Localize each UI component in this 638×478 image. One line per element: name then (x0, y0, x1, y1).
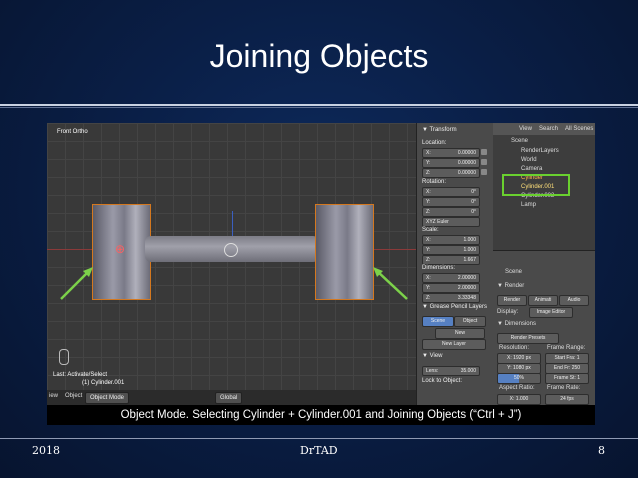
animation-button[interactable]: Animati (528, 295, 558, 306)
display-label: Display: (497, 309, 519, 315)
frame-rate-select[interactable]: 24 fps (545, 394, 589, 405)
cylinder-right[interactable] (315, 204, 374, 300)
resolution-percent-slider[interactable]: 50% (497, 373, 541, 384)
rotation-x-field[interactable]: X: 0° (422, 187, 480, 197)
new-layer-button[interactable]: New Layer (422, 339, 486, 350)
mode-select[interactable]: Object Mode (85, 392, 130, 404)
outliner-item-camera[interactable]: Camera (521, 166, 542, 172)
slide-number: 8 (598, 444, 605, 457)
lens-field[interactable]: Lens: 35.000 (422, 366, 480, 376)
viewport-label: Front Ortho (57, 129, 88, 135)
dimension-x-field[interactable]: X: 2.00000 (422, 273, 480, 283)
outliner-item-renderlayers[interactable]: RenderLayers (521, 148, 559, 154)
grease-pencil-header[interactable]: ▼ Grease Pencil Layers (422, 304, 487, 310)
outliner-view-menu[interactable]: View (519, 126, 532, 132)
aspect-ratio-label: Aspect Ratio: (499, 385, 535, 391)
scale-z-field[interactable]: Z: 1.667 (422, 255, 480, 265)
last-operator: Last: Activate/Select (53, 372, 108, 378)
lock-icon[interactable] (481, 169, 487, 175)
dimensions-label: Dimensions: (422, 265, 456, 271)
right-arrow-icon (373, 267, 408, 300)
scale-label: Scale: (422, 227, 439, 233)
view-header[interactable]: ▼ View (422, 353, 443, 359)
object-toggle-button[interactable]: Object (454, 316, 486, 327)
frame-step-field[interactable]: Frame St: 1 (545, 373, 589, 384)
rotation-y-field[interactable]: Y: 0° (422, 197, 480, 207)
frame-range-label: Frame Range: (547, 345, 586, 351)
scale-y-field[interactable]: Y: 1.000 (422, 245, 480, 255)
lock-to-object-label: Lock to Object: (422, 378, 463, 384)
rotation-mode-select[interactable]: XYZ Euler (422, 217, 480, 227)
location-x-field[interactable]: X: 0.00000 (422, 148, 480, 158)
outliner-search-menu[interactable]: Search (539, 126, 558, 132)
render-button[interactable]: Render (497, 295, 527, 306)
rotation-label: Rotation: (422, 179, 447, 185)
render-panel-header[interactable]: ▼ Render (497, 283, 524, 289)
location-z-field[interactable]: Z: 0.00000 (422, 168, 480, 178)
scene-toggle-button[interactable]: Scene (422, 316, 454, 327)
viewport-header: iew Object Object Mode Global (47, 390, 416, 405)
3d-cursor-icon: ⊕ (115, 242, 126, 256)
outliner-item-lamp[interactable]: Lamp (521, 202, 536, 208)
all-scenes-select[interactable]: All Scenes (565, 126, 593, 132)
resolution-label: Resolution: (499, 345, 530, 351)
dimensions-panel-header[interactable]: ▼ Dimensions (497, 321, 536, 327)
display-select[interactable]: Image Editor (529, 307, 573, 318)
scale-x-field[interactable]: X: 1.000 (422, 235, 480, 245)
outliner-item-scene[interactable]: Scene (511, 138, 528, 144)
footer-year: 2018 (32, 444, 60, 457)
outliner-item-world[interactable]: World (521, 157, 537, 163)
lock-icon[interactable] (481, 149, 487, 155)
dimension-y-field[interactable]: Y: 2.00000 (422, 283, 480, 293)
view-menu[interactable]: iew (49, 393, 58, 399)
selection-highlight-box (502, 174, 570, 196)
title-divider (0, 104, 638, 106)
active-object-label: (1) Cylinder.001 (82, 380, 125, 386)
title-divider-shadow (0, 107, 638, 108)
render-presets-select[interactable]: Render Presets (497, 333, 559, 344)
left-arrow-icon (60, 267, 93, 300)
audio-button[interactable]: Audio (559, 295, 589, 306)
slide-title: Joining Objects (209, 38, 429, 74)
dimension-z-field[interactable]: Z: 3.33348 (422, 293, 480, 303)
object-origin-ring (224, 243, 238, 257)
3d-viewport[interactable]: Front Ortho ⊕ Last: Activate/Select (1) … (47, 123, 416, 405)
aspect-x-field[interactable]: X: 1.000 (497, 394, 541, 405)
object-menu[interactable]: Object (65, 393, 82, 399)
render-properties: Scene ▼ Render Render Animati Audio Disp… (493, 250, 595, 405)
frame-rate-label: Frame Rate: (547, 385, 581, 391)
mouse-icon (59, 349, 69, 365)
slide-caption: Object Mode. Selecting Cylinder + Cylind… (47, 405, 595, 425)
lock-icon[interactable] (481, 159, 487, 165)
transform-header[interactable]: ▼ Transform (422, 127, 457, 133)
new-button[interactable]: New (435, 328, 485, 339)
footer-author: DrTAD (300, 444, 338, 457)
pivot-select[interactable]: Global (215, 392, 243, 404)
location-label: Location: (422, 140, 447, 146)
scene-label: Scene (505, 269, 523, 275)
properties-panel: ▼ Transform Location: X: 0.00000 Y: 0.0000… (416, 123, 494, 405)
location-y-field[interactable]: Y: 0.00000 (422, 158, 480, 168)
rotation-z-field[interactable]: Z: 0° (422, 207, 480, 217)
footer-divider (0, 438, 638, 439)
blender-screenshot: Front Ortho ⊕ Last: Activate/Select (1) … (47, 123, 595, 405)
outliner-header: View Search All Scenes (493, 123, 595, 135)
